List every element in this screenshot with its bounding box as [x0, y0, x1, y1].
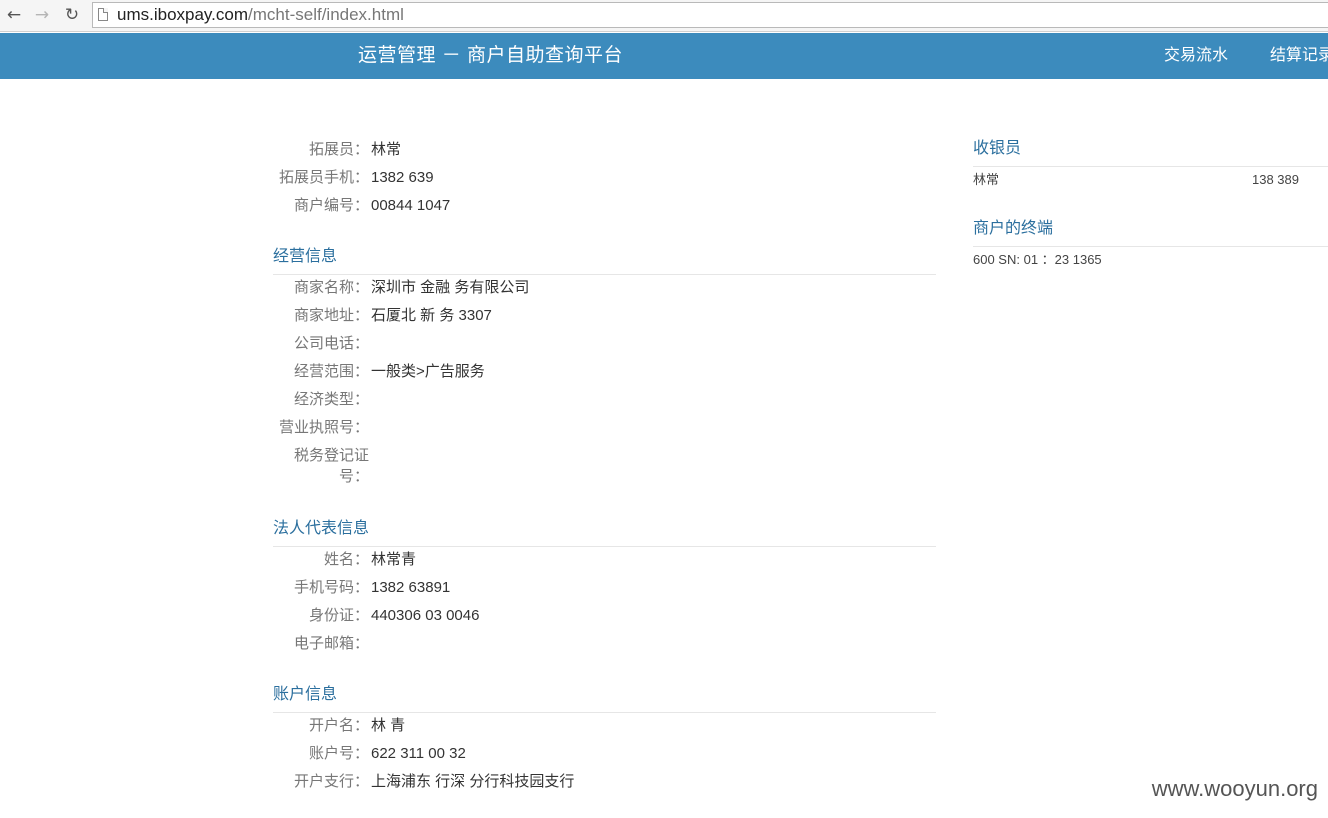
terminal-section-title: 商户的终端	[973, 214, 1328, 247]
field-value: 深圳市 金融 务有限公司	[371, 279, 530, 296]
field-label: 公司电话：	[293, 335, 369, 352]
field-value: 林 青	[371, 717, 406, 734]
cashier-name: 林常	[973, 172, 1000, 187]
field-label: 电子邮箱：	[293, 635, 369, 652]
field-value: 石厦北 新 务 3307	[371, 307, 492, 324]
field-label: 商家地址：	[293, 307, 369, 324]
reload-icon[interactable]: ↻	[62, 5, 82, 25]
nav-settlements[interactable]: 结算记录	[1270, 33, 1328, 78]
legal-section-title: 法人代表信息	[273, 514, 936, 547]
field-value: 1382 639	[371, 169, 434, 186]
field-label: 开户名：	[308, 717, 369, 734]
nav-transactions[interactable]: 交易流水	[1164, 33, 1228, 78]
app-title: 运营管理 － 商户自助查询平台	[358, 45, 624, 66]
field-label: 账户号：	[308, 745, 369, 762]
field-label: 开户支行：	[293, 773, 369, 790]
field-value: 622 311 00 32	[371, 745, 466, 762]
field-value: 1382 63891	[371, 579, 451, 596]
field-label: 手机号码：	[293, 579, 369, 596]
terminal-info: 600 SN: 01 ：23 1365	[973, 252, 1102, 267]
address-bar[interactable]: ums.iboxpay.com/mcht-self/index.html	[92, 2, 1328, 28]
watermark: www.wooyun.org	[1151, 776, 1318, 801]
cashier-row: 林常 138 389	[973, 171, 1328, 189]
field-value: 上海浦东 行深 分行科技园支行	[371, 773, 575, 790]
field-value: 林常	[371, 141, 402, 158]
back-arrow-icon[interactable]: ←	[4, 5, 24, 25]
url-text: ums.iboxpay.com/mcht-self/index.html	[117, 5, 404, 24]
cashier-phone: 138 389	[1252, 172, 1299, 187]
field-label: 姓名：	[323, 551, 369, 568]
field-value: 林常青	[371, 551, 417, 568]
field-label: 拓展员手机：	[278, 169, 369, 186]
field-label: 营业执照号：	[278, 419, 369, 436]
field-value: 一般类>广告服务	[371, 363, 485, 380]
business-section-title: 经营信息	[273, 242, 936, 275]
field-label: 拓展员：	[308, 141, 369, 158]
field-label: 经济类型：	[293, 391, 369, 408]
forward-arrow-icon[interactable]: →	[32, 5, 52, 25]
field-label: 商户编号：	[293, 197, 369, 214]
field-value: 440306 03 0046	[371, 607, 480, 624]
terminal-row: 600 SN: 01 ：23 1365	[973, 251, 1328, 269]
field-label: 商家名称：	[293, 279, 369, 296]
app-header: 运营管理 － 商户自助查询平台 交易流水 结算记录	[0, 33, 1328, 79]
field-value: 00844 1047	[371, 197, 451, 214]
browser-toolbar: ← → ↻ ums.iboxpay.com/mcht-self/index.ht…	[0, 0, 1328, 32]
field-label: 经营范围：	[293, 363, 369, 380]
account-section-title: 账户信息	[273, 680, 936, 713]
field-label: 税务登记证号：	[293, 447, 369, 485]
page-icon	[98, 8, 108, 21]
field-label: 身份证：	[308, 607, 369, 624]
cashier-section-title: 收银员	[973, 134, 1328, 167]
